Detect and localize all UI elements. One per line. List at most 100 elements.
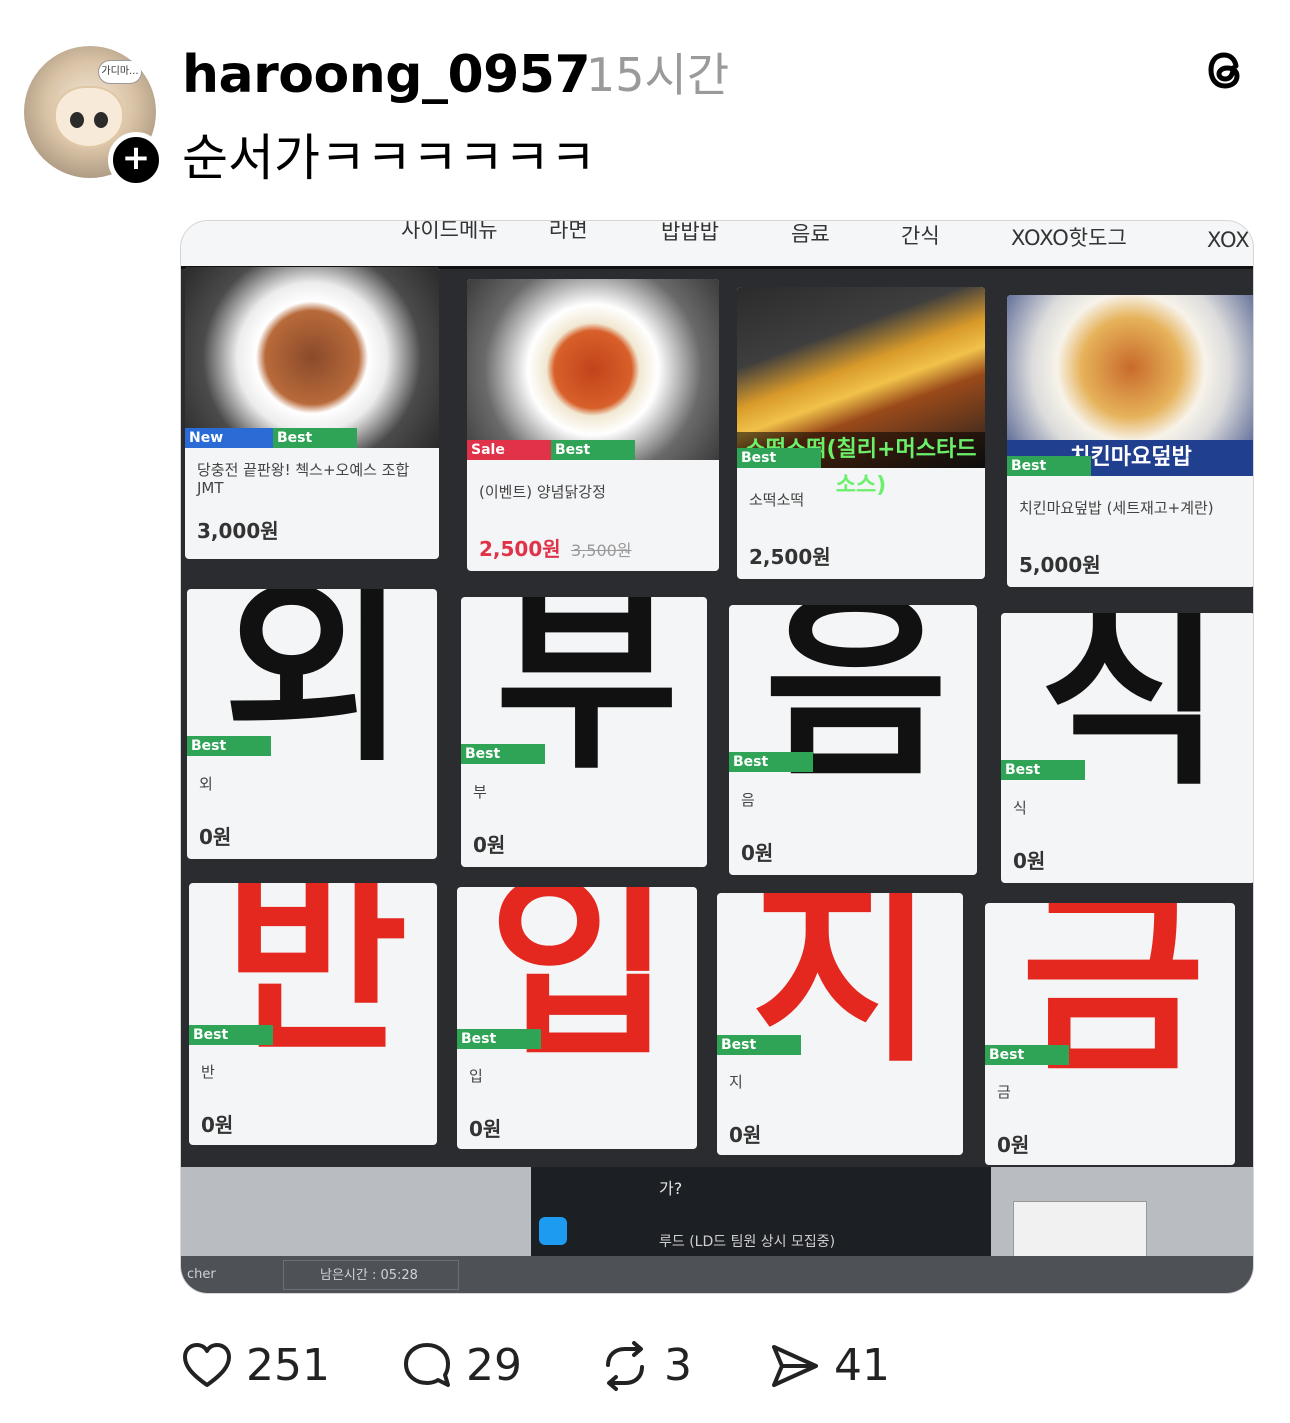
menu-card[interactable]: 식 Best 식 0원: [1001, 613, 1253, 883]
comment-icon: [404, 1343, 450, 1387]
taskbar-launcher[interactable]: cher: [181, 1260, 216, 1290]
food-image: 치킨마요덮밥: [1007, 295, 1253, 477]
new-badge: New: [185, 428, 273, 449]
big-char: 반: [223, 883, 408, 1081]
like-count: 251: [246, 1340, 330, 1391]
best-badge: Best: [1001, 760, 1085, 781]
menu-price: 0원: [199, 825, 232, 849]
share-button[interactable]: 41: [768, 1334, 890, 1398]
menu-card[interactable]: 입 Best 입 0원: [457, 887, 697, 1149]
repost-count: 3: [664, 1340, 692, 1391]
menu-price: 0원: [729, 1123, 762, 1147]
taskbar: cher 남은시간 : 05:28: [181, 1256, 1253, 1293]
share-count: 41: [834, 1340, 890, 1391]
tab-rice[interactable]: 밥밥밥: [661, 221, 719, 247]
post-actions: 251 29 3 41: [180, 1334, 1080, 1398]
tab-side[interactable]: 사이드메뉴: [401, 221, 498, 245]
post-header: 가디마... + haroong_0957 15시간 순서가ㅋㅋㅋㅋㅋㅋ: [0, 0, 1290, 210]
menu-card[interactable]: 부 Best 부 0원: [461, 597, 707, 867]
menu-name: 금: [997, 1083, 1011, 1101]
tab-snack[interactable]: 간식: [901, 221, 940, 251]
best-badge: Best: [551, 440, 635, 461]
menu-card[interactable]: 외 Best 외 0원: [187, 589, 437, 859]
menu-price: 0원: [997, 1133, 1030, 1157]
tab-xox[interactable]: XOX: [1207, 225, 1250, 255]
menu-card[interactable]: 금 Best 금 0원: [985, 903, 1235, 1165]
social-feed-panel: 가? 루드 (LD드 팀원 상시 모집중): [531, 1167, 991, 1259]
send-icon: [772, 1345, 818, 1387]
cat-face-image: [54, 86, 124, 148]
like-button[interactable]: 251: [180, 1334, 330, 1398]
food-image: 소떡소떡(칠리+머스타드소스): [737, 287, 985, 498]
best-badge: Best: [189, 1025, 273, 1046]
menu-name: 음: [741, 791, 755, 809]
big-char: 입: [487, 887, 672, 1085]
menu-name: 입: [469, 1067, 483, 1085]
big-char: 부: [494, 597, 679, 797]
threads-logo-icon[interactable]: [1196, 40, 1256, 100]
food-image: [467, 279, 719, 461]
menu-name: 소떡소떡: [749, 491, 805, 509]
best-badge: Best: [187, 736, 271, 757]
reply-button[interactable]: 29: [400, 1334, 522, 1398]
feed-text: 루드 (LD드 팀원 상시 모집중): [659, 1234, 836, 1250]
heart-icon: [183, 1343, 231, 1387]
menu-name: 외: [199, 775, 213, 793]
menu-name: 지: [729, 1073, 743, 1091]
best-badge: Best: [273, 428, 357, 449]
best-badge: Best: [461, 744, 545, 765]
follow-plus-button[interactable]: +: [108, 132, 164, 188]
twitter-icon[interactable]: [539, 1217, 567, 1245]
avatar-bubble: 가디마...: [98, 60, 142, 84]
big-char: 외: [222, 589, 407, 789]
menu-price: 2,500원: [479, 537, 561, 561]
food-image: [185, 267, 439, 449]
menu-name: 당충전 끝판왕! 첵스+오예스 조합 JMT: [197, 461, 410, 497]
menu-name: 반: [201, 1063, 215, 1081]
big-char: 금: [1020, 903, 1205, 1101]
menu-card[interactable]: Sale Best (이벤트) 양념닭강정 2,500원 3,500원: [467, 279, 719, 571]
menu-name: (이벤트) 양념닭강정: [479, 483, 606, 501]
old-price: 3,500원: [571, 541, 632, 560]
best-badge: Best: [457, 1029, 541, 1050]
menu-price: 0원: [201, 1113, 234, 1137]
best-badge: Best: [737, 448, 821, 469]
kiosk-screen: 사이드메뉴 라면 밥밥밥 음료 간식 XOXO핫도그 XOX New Best …: [181, 221, 1253, 1293]
menu-card[interactable]: 음 Best 음 0원: [729, 605, 977, 875]
menu-card[interactable]: 소떡소떡(칠리+머스타드소스) Best 소떡소떡 2,500원: [737, 287, 985, 579]
menu-card[interactable]: 치킨마요덮밥 Best 치킨마요덮밥 (세트재고+계란) 5,000원: [1007, 295, 1253, 587]
big-char: 식: [1038, 613, 1223, 813]
menu-price: 0원: [1013, 849, 1046, 873]
menu-price: 3,000원: [197, 519, 279, 543]
best-badge: Best: [985, 1045, 1069, 1066]
menu-price: 0원: [473, 833, 506, 857]
best-badge: Best: [729, 752, 813, 773]
menu-price: 0원: [741, 841, 774, 865]
big-char: 음: [763, 605, 948, 805]
menu-card[interactable]: 지 Best 지 0원: [717, 893, 963, 1155]
username[interactable]: haroong_0957: [182, 44, 591, 106]
repost-button[interactable]: 3: [598, 1334, 692, 1398]
post-text: 순서가ㅋㅋㅋㅋㅋㅋ: [182, 129, 596, 187]
popup-window: [1013, 1201, 1147, 1261]
repost-icon: [606, 1341, 644, 1391]
best-badge: Best: [1007, 456, 1091, 477]
remaining-time: 남은시간 : 05:28: [283, 1260, 459, 1290]
tab-hotdog[interactable]: XOXO핫도그: [1011, 223, 1127, 253]
tab-ramen[interactable]: 라면: [549, 221, 588, 245]
feed-text: 가?: [659, 1179, 683, 1198]
menu-name: 식: [1013, 799, 1027, 817]
best-badge: Best: [717, 1035, 801, 1056]
menu-card[interactable]: New Best 당충전 끝판왕! 첵스+오예스 조합 JMT 3,000원: [185, 267, 439, 559]
menu-price: 2,500원: [749, 545, 831, 569]
kiosk-tabbar: 사이드메뉴 라면 밥밥밥 음료 간식 XOXO핫도그 XOX: [181, 221, 1253, 269]
menu-price: 0원: [469, 1117, 502, 1141]
sale-badge: Sale: [467, 440, 551, 461]
big-char: 지: [750, 893, 935, 1091]
menu-name: 부: [473, 783, 487, 801]
menu-card[interactable]: 반 Best 반 0원: [189, 883, 437, 1145]
menu-price: 5,000원: [1019, 553, 1101, 577]
post-photo[interactable]: 사이드메뉴 라면 밥밥밥 음료 간식 XOXO핫도그 XOX New Best …: [180, 220, 1254, 1294]
reply-count: 29: [466, 1340, 522, 1391]
tab-drink[interactable]: 음료: [791, 221, 830, 249]
